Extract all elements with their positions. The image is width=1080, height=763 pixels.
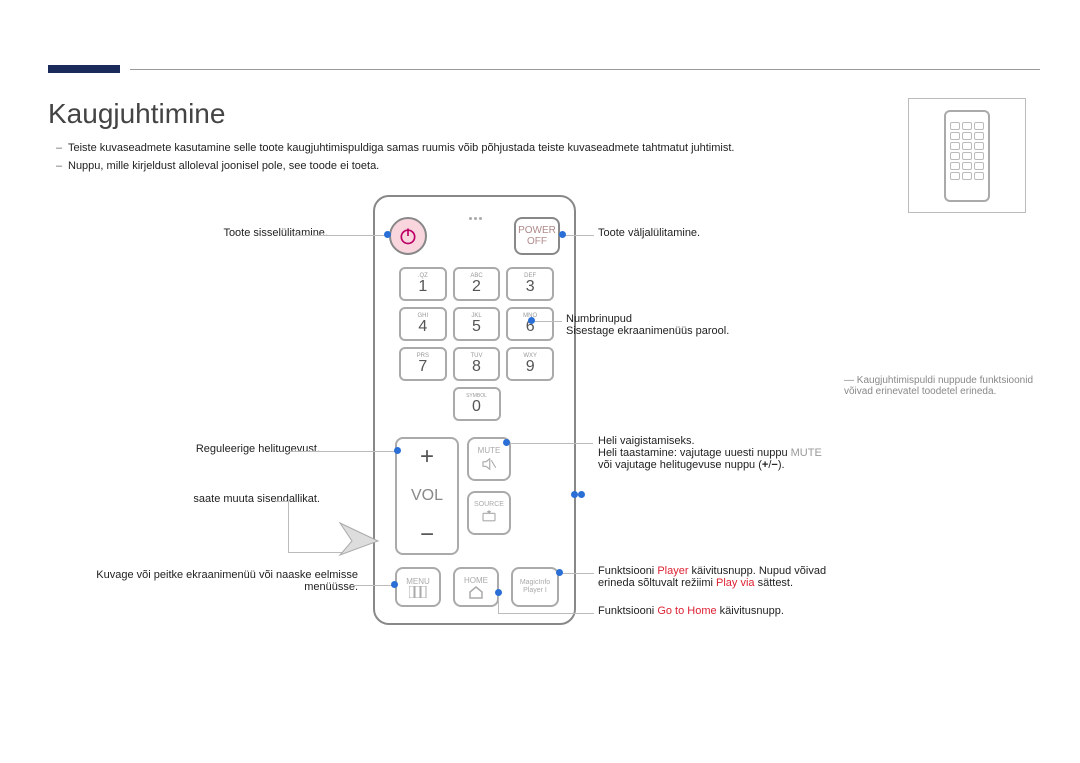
home-label: HOME: [464, 576, 488, 585]
dot-mute: [503, 439, 510, 446]
magicinfo-l1: MagicInfo: [520, 579, 550, 587]
lead-menu: [353, 585, 393, 586]
callout-power-on: Toote sisselülitamine.: [48, 227, 328, 239]
mute-label: MUTE: [478, 446, 501, 455]
key-6: MNO6: [506, 307, 554, 341]
bullet-2: Nuppu, mille kirjeldust alloleval joonis…: [58, 160, 734, 172]
callout-numbers-l1: Numbrinupud: [566, 313, 729, 325]
key-0: SYMBOL0: [453, 387, 501, 421]
callout-home: Funktsiooni Go to Home käivitusnupp.: [598, 605, 784, 617]
callout-mute-l1: Heli vaigistamiseks.: [598, 435, 888, 447]
dot-menu: [391, 581, 398, 588]
callout-player-l1: Funktsiooni Player käivitusnupp. Nupud v…: [598, 565, 898, 577]
source-button: SOURCE: [467, 491, 511, 535]
header-accent-bar: [48, 65, 120, 73]
volume-rocker: + VOL −: [395, 437, 459, 555]
callout-mute-l3: või vajutage helitugevuse nuppu (+/−).: [598, 459, 888, 471]
menu-button: MENU: [395, 567, 441, 607]
lead-source-v: [288, 501, 289, 553]
lead-volume: [288, 451, 396, 452]
source-label: SOURCE: [474, 501, 504, 508]
dot-power-on: [384, 231, 391, 238]
lead-power-off: [564, 235, 594, 236]
power-off-label: POWER OFF: [516, 225, 558, 247]
key-9: WXY9: [506, 347, 554, 381]
dot-power-off: [559, 231, 566, 238]
callout-numbers: Numbrinupud Sisestage ekraanimenüüs paro…: [566, 313, 729, 337]
mini-remote-outline: [944, 110, 990, 202]
dot-player: [556, 569, 563, 576]
source-arrow-icon: [338, 521, 382, 557]
key-3: DEF3: [506, 267, 554, 301]
callout-source: saate muuta sisendallikat.: [48, 493, 320, 505]
remote-outline: POWER OFF .QZ1 ABC2 DEF3 GHI4 JKL5 MNO6 …: [373, 195, 576, 625]
lead-mute: [507, 443, 593, 444]
page-title: Kaugjuhtimine: [48, 98, 225, 130]
callout-numbers-l2: Sisestage ekraanimenüüs parool.: [566, 325, 729, 337]
lead-power-on: [294, 235, 386, 236]
callout-player: Funktsiooni Player käivitusnupp. Nupud v…: [598, 565, 898, 589]
callout-volume: Reguleerige helitugevust.: [48, 443, 320, 455]
magicinfo-button: MagicInfo Player I: [511, 567, 559, 607]
dot-side-indicator-2: [578, 491, 585, 498]
source-icon: [480, 508, 498, 526]
dot-home: [495, 589, 502, 596]
intro-bullets: Teiste kuvaseadmete kasutamine selle too…: [58, 142, 734, 178]
vol-plus: +: [420, 445, 434, 469]
power-on-button: [389, 217, 427, 255]
lead-home-h: [498, 613, 594, 614]
key-1: .QZ1: [399, 267, 447, 301]
key-8: TUV8: [453, 347, 501, 381]
power-off-button: POWER OFF: [514, 217, 560, 255]
bullet-1: Teiste kuvaseadmete kasutamine selle too…: [58, 142, 734, 154]
dot-volume: [394, 447, 401, 454]
power-icon: [398, 226, 418, 246]
lead-player: [560, 573, 594, 574]
home-icon: [468, 585, 484, 599]
vol-minus: −: [420, 523, 434, 547]
home-button: HOME: [453, 567, 499, 607]
mini-remote-keys: [950, 122, 984, 180]
callout-menu: Kuvage või peitke ekraanimenüü või naask…: [48, 569, 358, 593]
callout-player-l2: erineda sõltuvalt režiimi Play via sätte…: [598, 577, 898, 589]
dot-side-indicator: [571, 491, 578, 498]
vol-label: VOL: [411, 487, 443, 505]
key-7: PRS7: [399, 347, 447, 381]
lead-source-h2: [276, 501, 288, 502]
callout-mute-l2: Heli taastamine: vajutage uuesti nuppu M…: [598, 447, 888, 459]
key-5: JKL5: [453, 307, 501, 341]
header-rule: [130, 69, 1040, 70]
diagram-stage: POWER OFF .QZ1 ABC2 DEF3 GHI4 JKL5 MNO6 …: [48, 195, 1040, 723]
lead-home-v: [498, 593, 499, 613]
mute-icon: [480, 455, 498, 473]
key-2: ABC2: [453, 267, 501, 301]
callout-power-off: Toote väljalülitamine.: [598, 227, 700, 239]
menu-icon: [409, 586, 427, 598]
keypad: .QZ1 ABC2 DEF3 GHI4 JKL5 MNO6 PRS7 TUV8 …: [399, 267, 554, 427]
magicinfo-l2: Player I: [523, 587, 547, 595]
ir-dots: [468, 217, 486, 223]
lead-numbers: [532, 321, 562, 322]
key-4: GHI4: [399, 307, 447, 341]
menu-label: MENU: [406, 577, 430, 586]
callout-mute: Heli vaigistamiseks. Heli taastamine: va…: [598, 435, 888, 471]
dot-numbers: [528, 317, 535, 324]
